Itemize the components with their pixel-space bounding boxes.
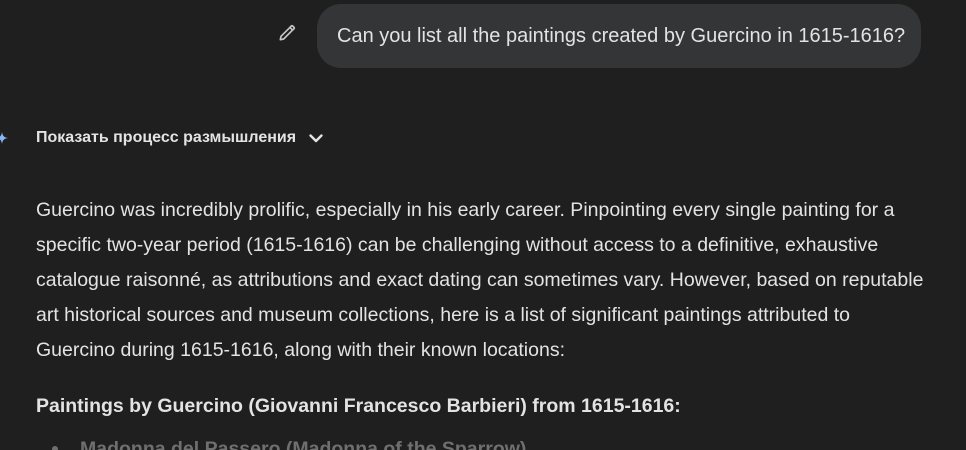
edit-prompt-button[interactable] [276,22,298,44]
chat-conversation: Can you list all the paintings created b… [0,0,966,450]
list-item: Madonna del Passero (Madonna of the Spar… [36,432,526,450]
show-thinking-label: Показать процесс размышления [36,129,297,146]
bullet [52,446,58,450]
paintings-list: Madonna del Passero (Madonna of the Spar… [36,432,526,450]
pencil-icon [279,24,296,41]
response-heading: Paintings by Guercino (Giovanni Francesc… [36,395,681,417]
response-paragraph: Guercino was incredibly prolific, especi… [36,199,924,361]
show-thinking-toggle[interactable]: Показать процесс размышления [36,124,324,152]
gemini-spark-icon [0,132,8,144]
user-message-text: Can you list all the paintings created b… [337,24,906,47]
user-message-bubble: Can you list all the paintings created b… [317,4,921,68]
list-item-label: Madonna del Passero (Madonna of the Spar… [80,438,527,450]
chevron-down-icon [309,134,323,143]
